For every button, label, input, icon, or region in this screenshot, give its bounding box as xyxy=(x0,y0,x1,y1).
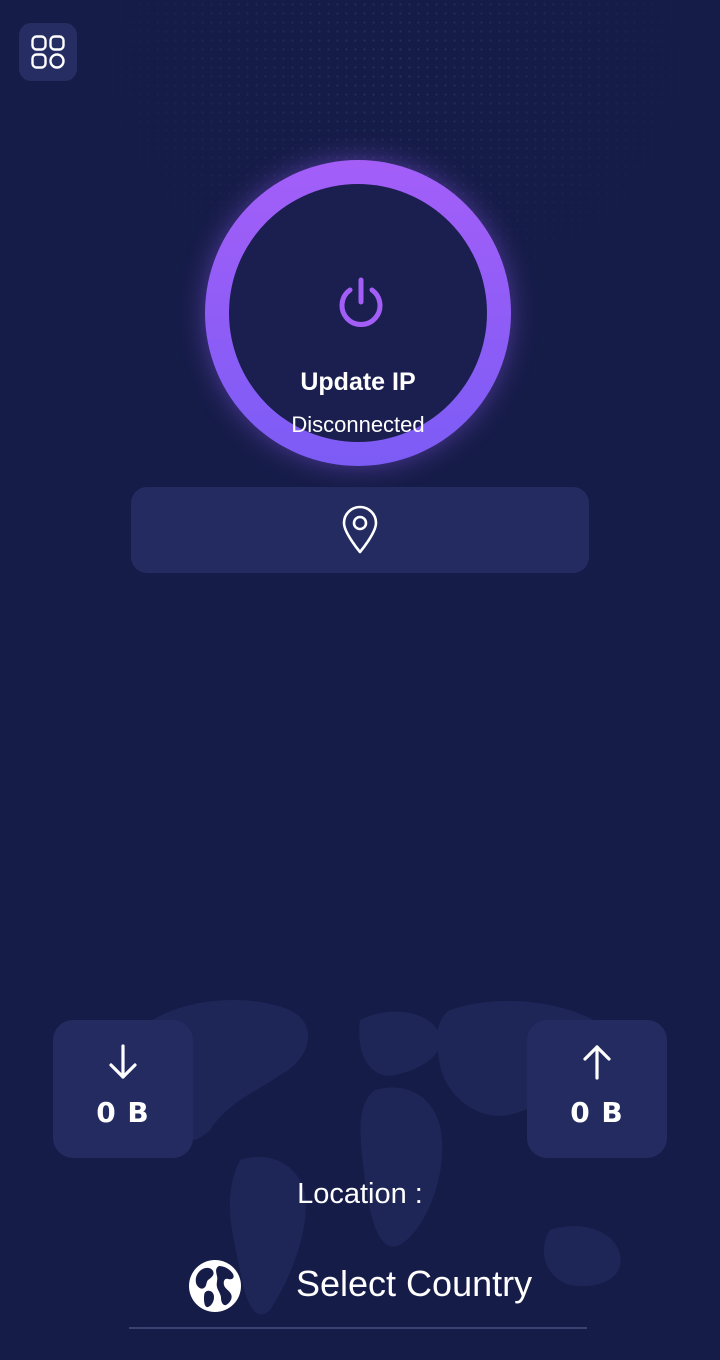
download-stat-card: 0 B xyxy=(53,1020,193,1158)
globe-icon xyxy=(189,1260,241,1312)
arrow-down-icon xyxy=(109,1044,137,1079)
connect-button[interactable]: Update IP Disconnected xyxy=(205,160,511,466)
power-icon xyxy=(339,277,383,327)
current-location-bar[interactable] xyxy=(131,487,589,573)
upload-stat-card: 0 B xyxy=(527,1020,667,1158)
power-button-inner: Update IP Disconnected xyxy=(229,184,487,442)
map-pin-icon xyxy=(342,505,378,554)
arrow-up-icon xyxy=(583,1045,611,1080)
upload-value: 0 B xyxy=(570,1096,624,1129)
connection-status: Disconnected xyxy=(291,412,425,437)
grid-icon xyxy=(31,35,65,69)
power-title: Update IP xyxy=(300,368,416,396)
location-label: Location : xyxy=(297,1178,423,1210)
download-value: 0 B xyxy=(96,1096,150,1129)
menu-button[interactable] xyxy=(19,23,77,81)
selected-country: Select Country xyxy=(296,1263,533,1304)
select-country-button[interactable]: Select Country xyxy=(129,1255,587,1329)
